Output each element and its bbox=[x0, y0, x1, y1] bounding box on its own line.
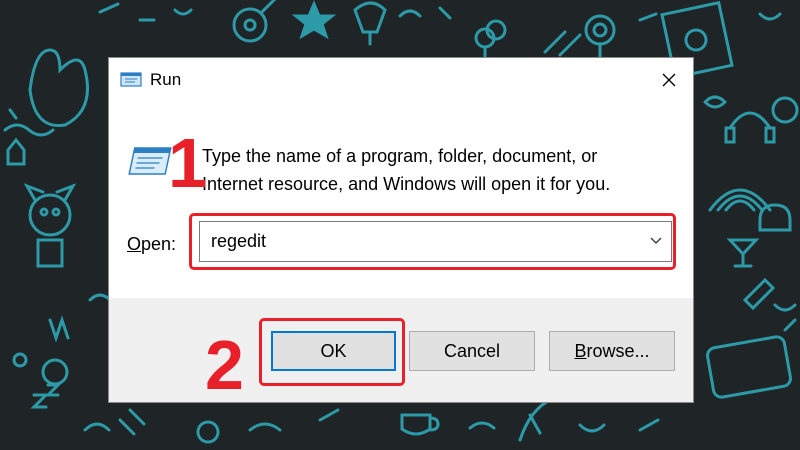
description-line: Internet resource, and Windows will open… bbox=[202, 174, 611, 194]
harp-doodle bbox=[48, 315, 70, 343]
guitar-doodle bbox=[232, 0, 277, 43]
hand-doodle bbox=[28, 48, 89, 128]
step-number-1: 1 bbox=[168, 124, 207, 202]
lines-doodle bbox=[543, 30, 582, 57]
run-icon bbox=[120, 72, 142, 87]
lego-doodle bbox=[706, 335, 792, 399]
input-highlight-box bbox=[189, 213, 676, 270]
open-label: Open: bbox=[127, 234, 176, 255]
lines-doodle bbox=[83, 293, 112, 432]
swirl-doodle bbox=[703, 95, 728, 109]
feather-doodle bbox=[518, 398, 552, 442]
skull-doodle bbox=[758, 203, 792, 232]
browse-button[interactable]: Browse... bbox=[549, 331, 675, 371]
rose-doodle bbox=[584, 14, 616, 62]
ok-highlight-box bbox=[259, 318, 405, 386]
star-doodle bbox=[291, 0, 337, 40]
cat-doodle bbox=[6, 137, 26, 166]
circle-doodle bbox=[41, 358, 69, 386]
rocket-doodle bbox=[353, 1, 387, 46]
title-bar: Run bbox=[109, 58, 693, 102]
circle-doodle bbox=[196, 420, 220, 444]
circle-doodle bbox=[771, 96, 799, 124]
cat-doodle bbox=[23, 183, 77, 268]
cup-doodle bbox=[400, 413, 440, 436]
rainbow-doodle bbox=[708, 188, 772, 212]
close-icon bbox=[662, 73, 676, 87]
close-button[interactable] bbox=[655, 66, 683, 94]
cancel-button[interactable]: Cancel bbox=[409, 331, 535, 371]
open-label-rest: pen: bbox=[141, 234, 177, 254]
lines-doodle bbox=[118, 408, 660, 436]
zzz-doodle bbox=[30, 383, 62, 409]
symbols-doodle bbox=[474, 19, 507, 58]
circle-doodle bbox=[12, 352, 28, 368]
browse-accel: B bbox=[574, 341, 587, 361]
headphones-doodle bbox=[724, 111, 776, 144]
cocktail-doodle bbox=[726, 238, 760, 268]
run-program-icon bbox=[128, 147, 172, 175]
dialog-description: Type the name of a program, folder, docu… bbox=[202, 142, 672, 198]
browse-label-rest: rowse... bbox=[586, 341, 650, 361]
window-title: Run bbox=[150, 70, 182, 89]
description-line: Type the name of a program, folder, docu… bbox=[202, 146, 598, 166]
step-number-2: 2 bbox=[205, 326, 244, 404]
pen-doodle bbox=[742, 277, 776, 311]
open-label-accel: O bbox=[127, 234, 142, 254]
lines-doodle bbox=[773, 303, 797, 332]
